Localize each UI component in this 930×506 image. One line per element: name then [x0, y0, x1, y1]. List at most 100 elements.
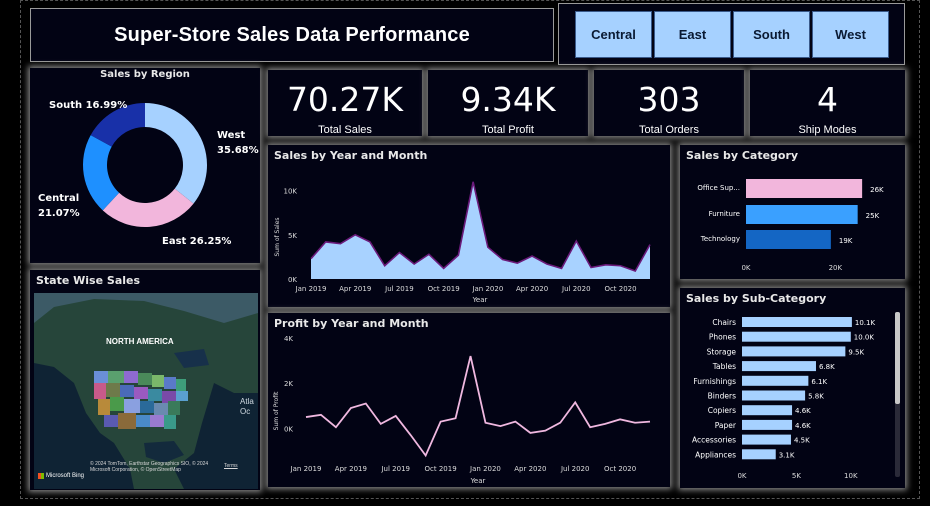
- profit-x-tick: Oct 2020: [604, 465, 636, 473]
- sales-by-subcategory-card[interactable]: Sales by Sub-Category Chairs 10.1K Phones 1…: [680, 288, 905, 488]
- category-label: Office Sup...: [697, 184, 740, 192]
- category-bar-chart[interactable]: Office Sup... 26K Furniture 25K Technology 19…: [680, 145, 905, 279]
- profit-x-tick: Jul 2019: [380, 465, 410, 473]
- slicer-button-south[interactable]: South: [733, 11, 810, 58]
- state-sales-map[interactable]: NORTH AMERICA Atla Oc © 2024 TomTom, Ear…: [34, 293, 258, 489]
- sales-area-chart[interactable]: Sum of Sales Year 10K 5K 0KJan 2019 Apr 201…: [268, 145, 670, 307]
- subcategory-bar[interactable]: [742, 331, 851, 342]
- subcategory-bar[interactable]: [742, 449, 776, 460]
- subcategory-label: Binders: [708, 392, 736, 401]
- kpi-value: 70.27K: [286, 80, 404, 119]
- subcategory-label: Paper: [715, 421, 737, 430]
- subcategory-value-label: 10.0K: [854, 334, 875, 342]
- donut-label-east: East 26.25%: [162, 236, 231, 247]
- slicer-button-central[interactable]: Central: [575, 11, 652, 58]
- sales-by-category-card[interactable]: Sales by Category Office Sup... 26K Furnit…: [680, 145, 905, 279]
- title-banner: Super-Store Sales Data Performance: [30, 8, 554, 62]
- subcategory-bar[interactable]: [742, 390, 806, 401]
- donut-label-west: West: [217, 130, 245, 141]
- subcategory-value-label: 4.5K: [794, 437, 810, 445]
- kpi-card-total-orders: 303 Total Orders: [594, 70, 744, 136]
- profit-y-axis-label: Sum of Profit: [273, 391, 280, 430]
- kpi-label: Total Orders: [639, 124, 699, 136]
- sales-x-tick: Oct 2020: [604, 285, 636, 293]
- subcategory-bar[interactable]: [742, 361, 816, 372]
- subcategory-bar[interactable]: [742, 346, 846, 357]
- sales-x-tick: Oct 2019: [428, 285, 460, 293]
- profit-x-tick: Apr 2020: [514, 465, 546, 473]
- microsoft-logo-icon: [38, 473, 44, 479]
- profit-line-chart[interactable]: Sum of Profit Year 4K 2K 0K Jan 2019 Apr 201…: [268, 313, 670, 487]
- subcategory-bar[interactable]: [742, 405, 793, 416]
- sales-y-axis-label: Sum of Sales: [274, 217, 281, 256]
- region-slicer: Central East South West: [558, 3, 905, 65]
- category-x-tick: 0K: [741, 264, 750, 272]
- kpi-card-ship-modes: 4 Ship Modes: [750, 70, 905, 136]
- profit-y-tick: 0K: [284, 425, 293, 433]
- donut-label-south: South 16.99%: [49, 100, 127, 111]
- kpi-value: 303: [637, 80, 701, 119]
- kpi-card-total-sales: 70.27K Total Sales: [268, 70, 422, 136]
- region-donut-chart[interactable]: South 16.99% West 35.68% Central 21.07% …: [30, 68, 260, 263]
- category-bar[interactable]: [746, 230, 831, 249]
- subcategory-label: Furnishings: [693, 377, 736, 386]
- kpi-card-total-profit: 9.34K Total Profit: [428, 70, 588, 136]
- page-title: Super-Store Sales Data Performance: [114, 23, 470, 46]
- profit-x-tick: Jan 2020: [469, 465, 501, 473]
- subcategory-value-label: 5.8K: [808, 393, 824, 401]
- sales-x-tick: Jan 2019: [295, 285, 327, 293]
- subcategory-bar[interactable]: [742, 375, 809, 386]
- category-label: Furniture: [709, 210, 740, 218]
- profit-y-tick: 2K: [284, 380, 293, 388]
- profit-x-tick: Jan 2019: [290, 465, 322, 473]
- subcategory-label: Appliances: [695, 450, 736, 459]
- sales-x-tick: Apr 2019: [339, 285, 371, 293]
- sales-y-tick: 0K: [288, 276, 297, 284]
- map-brand: Microsoft Bing: [38, 473, 84, 479]
- map-continent-label: NORTH AMERICA: [106, 337, 174, 346]
- subcategory-bar[interactable]: [742, 419, 793, 430]
- sales-x-tick: Jan 2020: [471, 285, 503, 293]
- donut-label-central: Central: [38, 193, 79, 204]
- sales-x-tick: Jul 2020: [561, 285, 591, 293]
- subcategory-x-tick: 10K: [844, 472, 858, 480]
- subcategory-value-label: 9.5K: [848, 348, 864, 356]
- sales-x-axis-label: Year: [472, 296, 488, 304]
- sales-by-month-card[interactable]: Sales by Year and Month Sum of Sales Yea…: [268, 145, 670, 307]
- subcategory-value-label: 4.6K: [795, 422, 811, 430]
- subcategory-bar[interactable]: [742, 434, 791, 445]
- donut-label-west-pct: 35.68%: [217, 145, 259, 156]
- kpi-value: 9.34K: [460, 80, 556, 119]
- slicer-button-east[interactable]: East: [654, 11, 731, 58]
- profit-line[interactable]: [305, 355, 651, 458]
- sales-y-tick: 5K: [288, 232, 297, 240]
- sales-y-tick: 10K: [284, 188, 298, 196]
- category-bar[interactable]: [746, 179, 863, 198]
- sales-area[interactable]: [311, 181, 650, 279]
- category-x-tick: 20K: [829, 264, 843, 272]
- scrollbar-thumb[interactable]: [895, 312, 900, 404]
- subcategory-label: Tables: [712, 362, 736, 371]
- category-value-label: 25K: [866, 212, 880, 220]
- subcategory-value-label: 3.1K: [779, 451, 795, 459]
- slicer-button-west[interactable]: West: [812, 11, 889, 58]
- subcategory-label: Chairs: [712, 318, 736, 327]
- subcategory-bar[interactable]: [742, 317, 852, 327]
- subcategory-x-tick: 5K: [792, 472, 801, 480]
- subcategory-value-label: 6.8K: [819, 363, 835, 371]
- profit-x-tick: Oct 2019: [425, 465, 457, 473]
- map-terms-link[interactable]: Terms: [224, 463, 238, 469]
- profit-by-month-card[interactable]: Profit by Year and Month Sum of Profit Y…: [268, 313, 670, 487]
- profit-x-axis-label: Year: [470, 477, 486, 485]
- subcategory-label: Storage: [707, 347, 737, 356]
- category-value-label: 19K: [839, 237, 853, 245]
- category-value-label: 26K: [870, 186, 884, 194]
- donut-slice-west[interactable]: [145, 103, 207, 204]
- category-bar[interactable]: [746, 205, 858, 224]
- map-brand-label: Microsoft Bing: [46, 473, 85, 479]
- map-attribution: © 2024 TomTom, Earthstar Geographics SIO…: [90, 461, 209, 473]
- sales-by-region-card[interactable]: Sales by Region South 16.99% West 35.68%…: [30, 68, 260, 263]
- sales-x-tick: Apr 2020: [516, 285, 548, 293]
- subcategory-bar-chart[interactable]: Chairs 10.1K Phones 10.0K Storage 9.5K Tables 6…: [680, 288, 905, 488]
- state-wise-sales-card[interactable]: State Wise Sales NORTH AMERICA Atla Oc ©…: [30, 270, 260, 490]
